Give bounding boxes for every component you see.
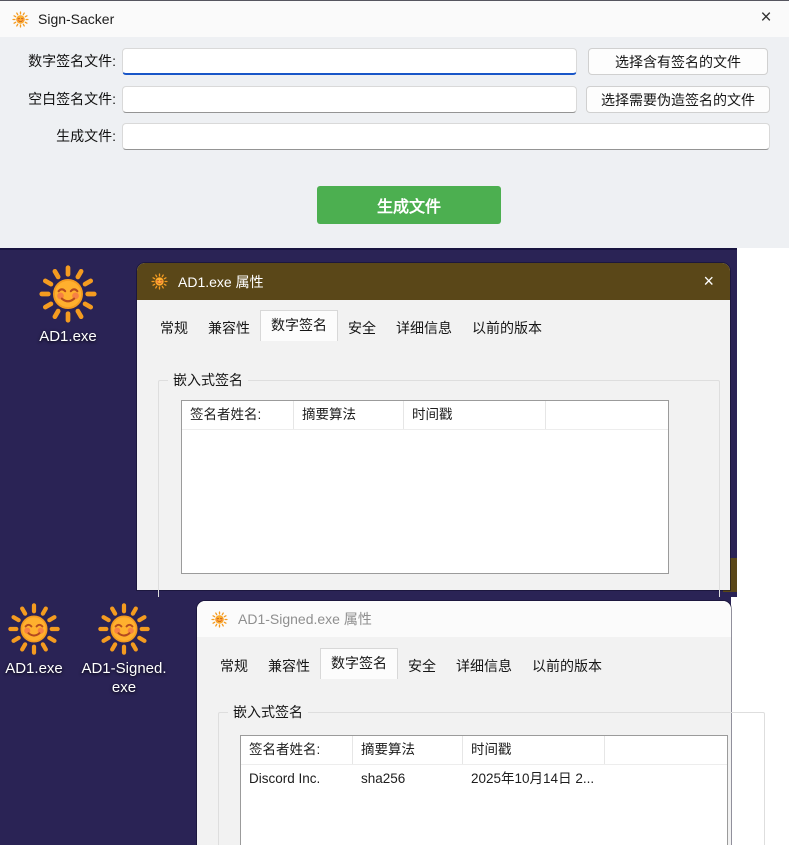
dialog-titlebar: AD1.exe 属性 × (137, 263, 730, 300)
group-label: 嵌入式签名 (168, 371, 248, 390)
dialog-sun-icon (211, 611, 228, 628)
desktop-icon-ad1[interactable]: AD1.exe (30, 264, 106, 346)
sun-icon (7, 602, 61, 656)
table-cell: Discord Inc. (241, 765, 353, 793)
close-icon[interactable]: × (749, 1, 783, 35)
sign-sacker-window: Sign-Sacker × 数字签名文件: 选择含有签名的文件 空白签名文件: … (0, 0, 789, 248)
group-label: 嵌入式签名 (228, 703, 308, 722)
dialog-title: AD1.exe 属性 (178, 272, 264, 292)
column-header-filler (605, 736, 727, 764)
table-cell: sha256 (353, 765, 463, 793)
column-header[interactable]: 摘要算法 (294, 401, 404, 429)
signature-listview: 签名者姓名:摘要算法时间戳 (181, 400, 669, 574)
digital-signature-file-input[interactable] (122, 48, 577, 75)
tab-2[interactable]: 兼容性 (198, 316, 260, 341)
select-forge-target-file-button[interactable]: 选择需要伪造签名的文件 (586, 86, 770, 113)
property-tabs: 常规兼容性数字签名安全详细信息以前的版本 (150, 311, 552, 341)
desktop-band-bottom: AD1.exe AD1-Signed.exe AD1-Signed.exe 属性… (0, 597, 789, 845)
column-header-filler (546, 401, 668, 429)
sign-sacker-titlebar: Sign-Sacker × (0, 1, 789, 37)
dialog-titlebar: AD1-Signed.exe 属性 (197, 601, 731, 637)
sun-icon (38, 264, 98, 324)
output-file-input[interactable] (122, 123, 770, 150)
tab-1[interactable]: 常规 (150, 316, 198, 341)
blank-signature-file-label: 空白签名文件: (4, 86, 116, 113)
digital-signature-file-label: 数字签名文件: (4, 48, 116, 75)
tab-5[interactable]: 详细信息 (386, 316, 462, 341)
listview-header: 签名者姓名:摘要算法时间戳 (241, 736, 727, 765)
desktop-icon-label: AD1.exe (30, 327, 106, 346)
desktop-icon-ad1[interactable]: AD1.exe (0, 602, 73, 678)
generate-file-button[interactable]: 生成文件 (317, 186, 501, 224)
tab-3[interactable]: 数字签名 (260, 310, 338, 341)
desktop-icon-label: AD1-Signed.exe (81, 659, 167, 697)
table-row[interactable]: Discord Inc.sha2562025年10月14日 2... (241, 765, 727, 793)
column-header[interactable]: 摘要算法 (353, 736, 463, 764)
desktop-icon-label: AD1.exe (0, 659, 73, 678)
ad1-properties-dialog: AD1.exe 属性 × 常规兼容性数字签名安全详细信息以前的版本 嵌入式签名 … (137, 263, 730, 590)
column-header[interactable]: 时间戳 (404, 401, 546, 429)
dialog-sun-icon (151, 273, 168, 290)
signature-listview: 签名者姓名:摘要算法时间戳Discord Inc.sha2562025年10月1… (240, 735, 728, 845)
tab-4[interactable]: 安全 (398, 654, 446, 679)
column-header[interactable]: 时间戳 (463, 736, 605, 764)
tab-5[interactable]: 详细信息 (446, 654, 522, 679)
tab-1[interactable]: 常规 (210, 654, 258, 679)
tab-6[interactable]: 以前的版本 (522, 654, 612, 679)
screenshot-root: Sign-Sacker × 数字签名文件: 选择含有签名的文件 空白签名文件: … (0, 0, 789, 845)
tab-3[interactable]: 数字签名 (320, 648, 398, 679)
output-file-label: 生成文件: (4, 123, 116, 150)
desktop-icon-ad1-signed[interactable]: AD1-Signed.exe (81, 602, 167, 697)
column-header[interactable]: 签名者姓名: (241, 736, 353, 764)
blank-signature-file-input[interactable] (122, 86, 577, 113)
listview-header: 签名者姓名:摘要算法时间戳 (182, 401, 668, 430)
tab-2[interactable]: 兼容性 (258, 654, 320, 679)
tab-4[interactable]: 安全 (338, 316, 386, 341)
ad1-signed-properties-dialog: AD1-Signed.exe 属性 常规兼容性数字签名安全详细信息以前的版本 嵌… (197, 601, 731, 845)
column-header[interactable]: 签名者姓名: (182, 401, 294, 429)
sun-icon (97, 602, 151, 656)
window-title: Sign-Sacker (38, 11, 114, 27)
property-tabs: 常规兼容性数字签名安全详细信息以前的版本 (210, 649, 612, 679)
close-icon[interactable]: × (703, 271, 714, 292)
tab-6[interactable]: 以前的版本 (462, 316, 552, 341)
dialog-title: AD1-Signed.exe 属性 (238, 609, 372, 629)
select-signed-file-button[interactable]: 选择含有签名的文件 (588, 48, 768, 75)
desktop-band-middle: AD1.exe AD1.exe 属性 × 常规兼容性数字签名安全详细信息以前的版… (0, 248, 789, 597)
app-sun-icon (12, 11, 29, 28)
table-cell: 2025年10月14日 2... (463, 765, 605, 793)
